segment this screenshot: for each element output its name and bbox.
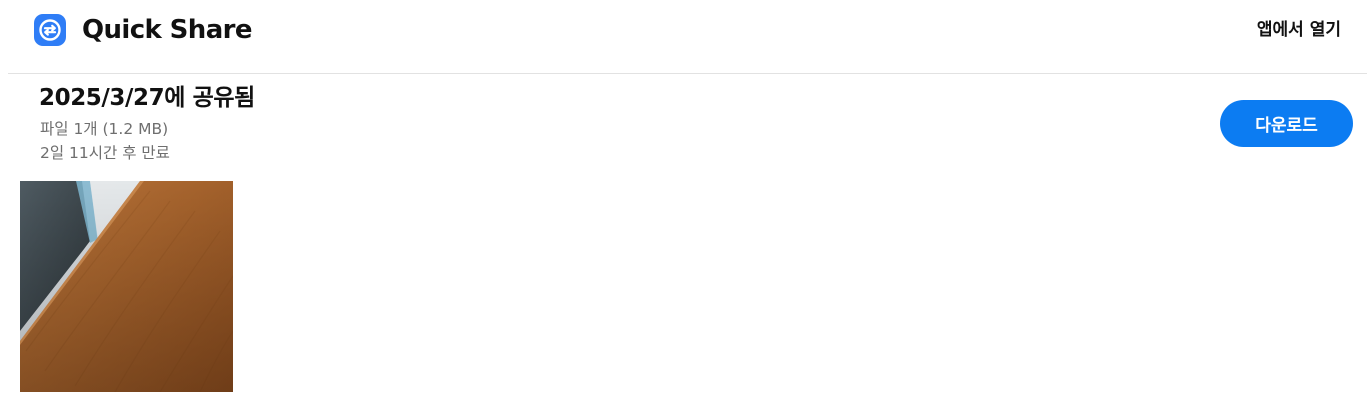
file-count-size: 파일 1개 (1.2 MB) [40, 120, 169, 138]
app-name: Quick Share [82, 15, 253, 45]
header: Quick Share 앱에서 열기 [0, 0, 1367, 73]
expiry-text: 2일 11시간 후 만료 [40, 144, 170, 162]
quick-share-logo-icon [34, 14, 66, 46]
download-button[interactable]: 다운로드 [1220, 100, 1353, 147]
header-divider [8, 73, 1367, 74]
share-date-title: 2025/3/27에 공유됨 [39, 85, 255, 111]
open-in-app-link[interactable]: 앱에서 열기 [1257, 17, 1341, 43]
photo-thumbnail[interactable] [20, 181, 233, 392]
